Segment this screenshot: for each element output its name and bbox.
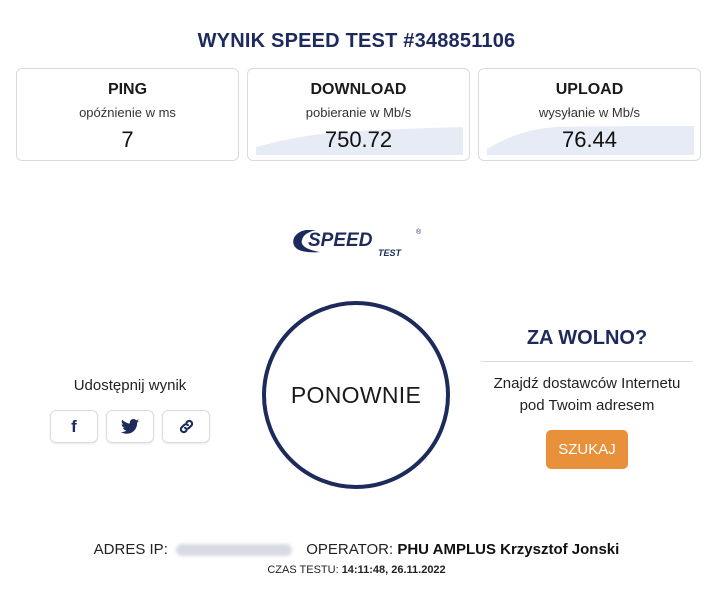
ping-sublabel: opóźnienie w ms	[79, 105, 176, 120]
ping-value: 7	[121, 127, 134, 152]
ping-label: PING	[107, 81, 148, 98]
download-sublabel: pobieranie w Mb/s	[305, 105, 412, 120]
too-slow-divider	[481, 361, 693, 362]
facebook-icon: f	[71, 416, 77, 436]
test-time-info: CZAS TESTU: 14:11:48, 26.11.2022	[0, 564, 713, 576]
copy-link-button[interactable]	[162, 410, 210, 443]
search-providers-button[interactable]: SZUKAJ	[546, 430, 628, 469]
facebook-share-button[interactable]: f	[50, 410, 98, 443]
ip-address-redacted	[176, 544, 293, 557]
upload-label: UPLOAD	[555, 81, 624, 98]
operator-label: OPERATOR:	[306, 541, 394, 558]
twitter-icon	[121, 419, 139, 434]
test-again-button[interactable]: PONOWNIE	[262, 301, 450, 489]
connection-info: ADRES IP: OPERATOR: PHU AMPLUS Krzysztof…	[0, 541, 713, 558]
result-title: WYNIK SPEED TEST #348851106	[197, 30, 516, 52]
upload-value: 76.44	[561, 127, 618, 152]
share-label: Udostępnij wynik	[73, 377, 187, 394]
download-label: DOWNLOAD	[310, 81, 407, 98]
test-time-label: CZAS TESTU:	[267, 564, 339, 576]
upload-card: UPLOAD wysyłanie w Mb/s 76.44	[478, 68, 701, 161]
download-value: 750.72	[324, 127, 393, 152]
link-icon	[179, 419, 193, 434]
download-card: DOWNLOAD pobieranie w Mb/s 750.72	[247, 68, 470, 161]
test-time-value: 14:11:48, 26.11.2022	[341, 564, 446, 576]
test-again-label: PONOWNIE	[290, 381, 422, 408]
ip-label: ADRES IP:	[93, 541, 168, 558]
svg-text:SPEED: SPEED	[308, 230, 373, 251]
find-providers-text: Znajdź dostawców Internetu pod Twoim adr…	[493, 375, 681, 414]
operator-value: PHU AMPLUS Krzysztof Jonski	[397, 541, 620, 558]
ping-card: PING opóźnienie w ms 7	[16, 68, 239, 161]
svg-text:TEST: TEST	[378, 248, 403, 258]
twitter-share-button[interactable]	[106, 410, 154, 443]
too-slow-heading: ZA WOLNO?	[526, 327, 648, 349]
speedtest-logo: SPEED TEST ®	[293, 228, 422, 258]
search-button-label: SZUKAJ	[558, 441, 616, 458]
upload-sublabel: wysyłanie w Mb/s	[538, 105, 641, 120]
svg-text:®: ®	[416, 228, 422, 236]
